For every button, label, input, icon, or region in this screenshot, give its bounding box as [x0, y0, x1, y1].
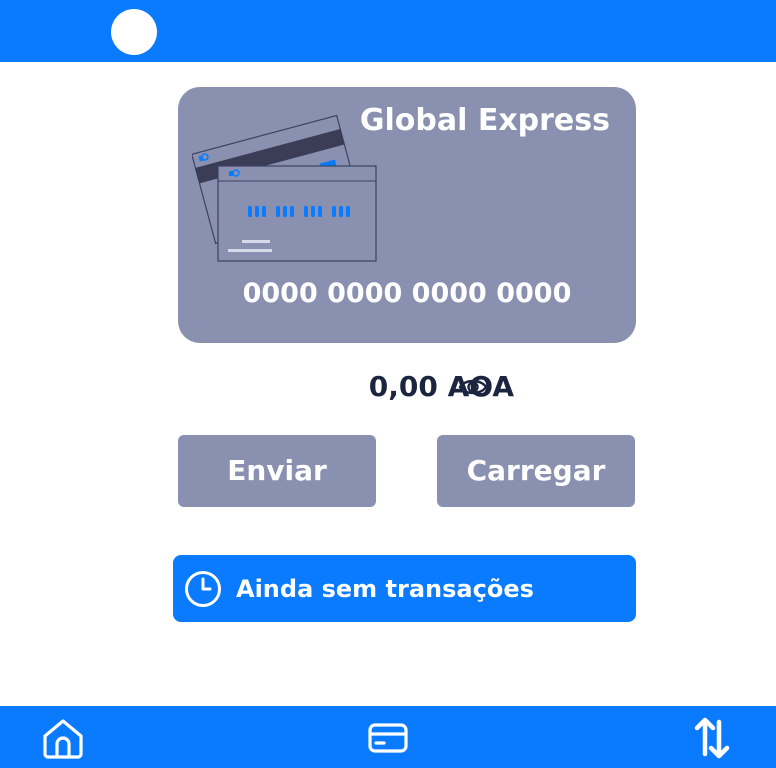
transfer-arrows-icon[interactable]: [690, 716, 734, 760]
wallet-card[interactable]: Global Express 0000 0000 0000 0000: [178, 87, 636, 343]
avatar[interactable]: [111, 9, 157, 55]
card-number: 0000 0000 0000 0000: [242, 278, 572, 309]
top-bar: [0, 0, 776, 62]
home-icon[interactable]: [41, 716, 85, 760]
eye-icon[interactable]: [458, 374, 488, 400]
credit-card-icon[interactable]: [366, 716, 410, 760]
card-brand: Global Express: [359, 103, 610, 138]
transactions-banner[interactable]: Ainda sem transações: [173, 555, 636, 622]
bottom-nav: [0, 706, 776, 768]
credit-cards-illustration-icon: [192, 114, 377, 262]
clock-icon: [185, 571, 221, 607]
balance-row: 0,00 AOA: [178, 364, 636, 410]
load-button[interactable]: Carregar: [437, 435, 635, 507]
send-button[interactable]: Enviar: [178, 435, 376, 507]
empty-transactions-message: Ainda sem transações: [236, 575, 534, 603]
